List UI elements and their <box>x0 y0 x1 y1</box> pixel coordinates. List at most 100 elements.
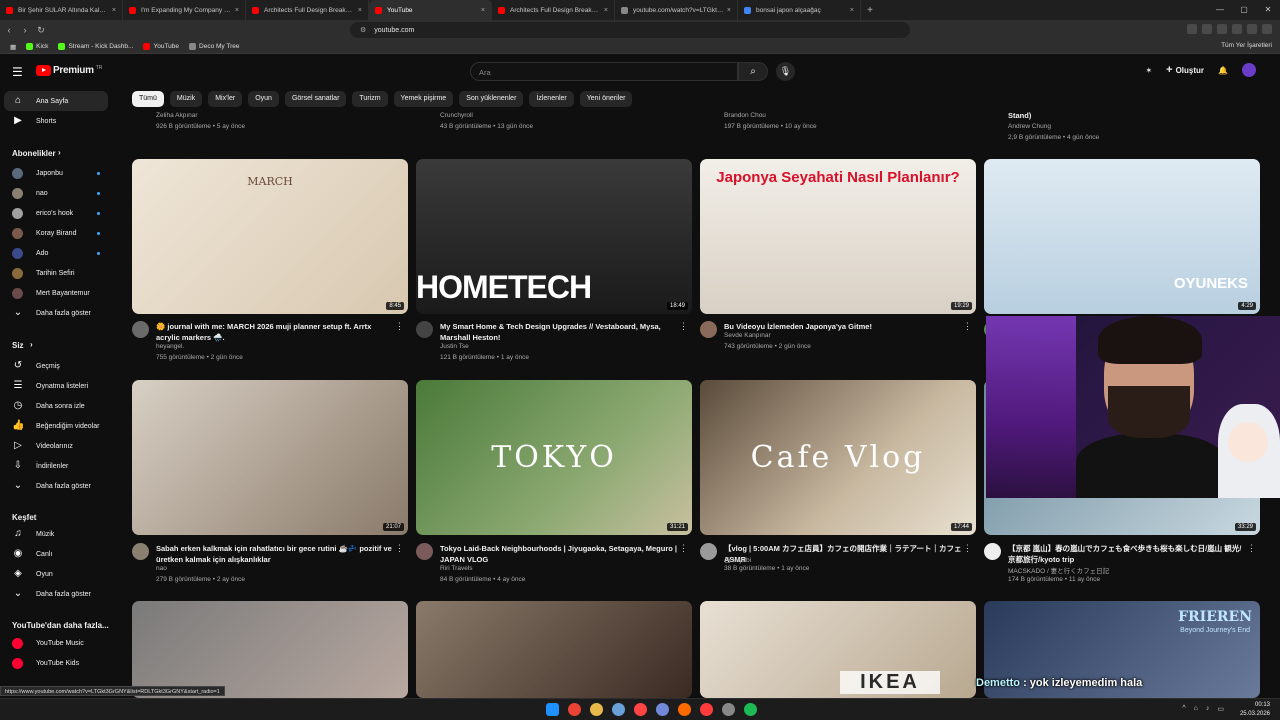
minimize-icon[interactable]: — <box>1208 0 1232 20</box>
video-channel[interactable]: Brandon Chou <box>724 112 766 119</box>
sidebar-item[interactable]: YouTube Kids <box>4 653 108 673</box>
battery-icon[interactable]: ▭ <box>1217 705 1224 713</box>
video-thumbnail[interactable]: Japonya Seyahati Nasıl Planlanır? 19:29 <box>700 159 976 314</box>
tab-close-icon[interactable]: × <box>727 7 731 14</box>
video-thumbnail[interactable]: OYUNEKS 4:29 <box>984 159 1260 314</box>
maximize-icon[interactable]: ▢ <box>1232 0 1256 20</box>
filter-chip[interactable]: Oyun <box>248 91 279 107</box>
new-tab-icon[interactable]: + <box>861 5 879 16</box>
create-button[interactable]: + Oluştur <box>1166 64 1204 76</box>
tab-close-icon[interactable]: × <box>235 7 239 14</box>
filter-chip[interactable]: Son yüklenenler <box>459 91 524 107</box>
tab-close-icon[interactable]: × <box>481 7 485 14</box>
video-channel[interactable]: Justin Tse <box>440 343 469 350</box>
extension-icon[interactable] <box>1247 24 1257 34</box>
video-channel[interactable]: Crunchyroll <box>440 112 473 119</box>
tab-close-icon[interactable]: × <box>112 7 116 14</box>
taskbar-clock[interactable]: 00:13 25.03.2026 <box>1240 701 1270 719</box>
video-title[interactable]: 【京都 嵐山】春の嵐山でカフェも食べ歩きも桜も楽しむ日/嵐山 観光/京都旅行/k… <box>1008 543 1248 565</box>
browser-tab[interactable]: Bir Şehir SULAR Altında Kaldı; Yusufeli× <box>0 0 123 20</box>
menu-icon[interactable]: ☰ <box>12 65 23 79</box>
filter-chip[interactable]: İzlenenler <box>529 91 574 107</box>
taskbar-app-icon[interactable] <box>634 703 647 716</box>
filter-chip[interactable]: Müzik <box>169 91 203 107</box>
video-title[interactable]: My Smart Home & Tech Design Upgrades // … <box>440 321 680 343</box>
video-channel[interactable]: MACSKADO / 妻と行くカフェ日記 <box>1008 565 1109 575</box>
sidebar-item[interactable]: ⌄ Daha fazla göster <box>4 476 108 496</box>
sidebar-section-title[interactable]: Abonelikler <box>12 149 56 158</box>
sidebar-item[interactable]: Japonbu <box>4 163 108 183</box>
all-bookmarks-button[interactable]: Tüm Yer İşaretleri <box>1221 42 1272 49</box>
taskbar-app-icon[interactable] <box>700 703 713 716</box>
video-title[interactable]: Stand) <box>1008 111 1031 120</box>
network-icon[interactable]: ⌂ <box>1194 705 1198 713</box>
bookmark-item[interactable]: Kick <box>26 43 48 50</box>
filter-chip[interactable]: Yeni öneriler <box>579 91 633 107</box>
search-input[interactable]: Ara <box>470 62 738 81</box>
more-options-icon[interactable]: ⋮ <box>1247 543 1256 554</box>
sidebar-item[interactable]: ☰ Oynatma listeleri <box>4 376 108 396</box>
sidebar-item[interactable]: ⇩ İndirilenler <box>4 456 108 476</box>
more-options-icon[interactable]: ⋮ <box>679 543 688 554</box>
close-window-icon[interactable]: ✕ <box>1256 0 1280 20</box>
video-channel[interactable]: Andrew Chung <box>1008 123 1051 130</box>
video-channel[interactable]: heyangel. <box>156 343 184 350</box>
filter-chip[interactable]: Turizm <box>352 91 388 107</box>
taskbar-app-icon[interactable] <box>590 703 603 716</box>
extension-icon[interactable] <box>1262 24 1272 34</box>
search-button[interactable]: ⌕ <box>738 62 768 81</box>
browser-tab[interactable]: youtube.com/watch?v=LTGkt3GrGNY× <box>615 0 738 20</box>
channel-avatar[interactable] <box>416 543 433 560</box>
back-icon[interactable]: ‹ <box>2 25 16 35</box>
more-options-icon[interactable]: ⋮ <box>963 543 972 554</box>
sidebar-item[interactable]: ◉ Canlı <box>4 544 108 564</box>
sidebar-item[interactable]: ◷ Daha sonra izle <box>4 396 108 416</box>
site-info-icon[interactable]: ⚙ <box>360 26 366 34</box>
bookmark-item[interactable]: YouTube <box>143 43 179 50</box>
sidebar-item[interactable]: ▷ Videolarınız <box>4 436 108 456</box>
channel-avatar[interactable] <box>700 321 717 338</box>
notifications-icon[interactable]: 🔔 <box>1218 66 1228 75</box>
sidebar-item[interactable]: erico's hook <box>4 203 108 223</box>
volume-icon[interactable]: ♪ <box>1206 705 1210 713</box>
more-options-icon[interactable]: ⋮ <box>395 321 404 332</box>
video-thumbnail[interactable]: HOMETECH 18:49 <box>416 159 692 314</box>
taskbar-app-icon[interactable] <box>744 703 757 716</box>
more-options-icon[interactable]: ⋮ <box>679 321 688 332</box>
bookmark-item[interactable]: Stream - Kick Dashb... <box>58 43 133 50</box>
video-thumbnail[interactable]: 21:07 <box>132 380 408 535</box>
browser-tab[interactable]: Architects Full Design Breakdown of× <box>246 0 369 20</box>
sidebar-item[interactable]: Mert Bayantemur <box>4 283 108 303</box>
sidebar-item[interactable]: Koray Birand <box>4 223 108 243</box>
filter-chip[interactable]: Yemek pişirme <box>393 91 454 107</box>
filter-chip[interactable]: Mix'ler <box>208 91 243 107</box>
video-title[interactable]: Sabah erken kalkmak için rahatlatıcı bir… <box>156 543 396 565</box>
video-thumbnail[interactable] <box>416 601 692 698</box>
channel-avatar[interactable] <box>132 321 149 338</box>
browser-tab[interactable]: bonsai japon alçaağaç × <box>738 0 861 20</box>
sidebar-section-title[interactable]: Siz <box>12 341 24 350</box>
windows-start-icon[interactable] <box>546 703 559 716</box>
tab-close-icon[interactable]: × <box>358 7 362 14</box>
extension-icon[interactable] <box>1217 24 1227 34</box>
video-thumbnail[interactable]: Cafe Vlog 17:44 <box>700 380 976 535</box>
video-title[interactable]: 【vlog | 5:00AM カフェ店員】カフェの開店作業｜ラテアート｜カフェA… <box>724 543 964 565</box>
sidebar-item[interactable]: ⌄ Daha fazla göster <box>4 303 108 323</box>
video-channel[interactable]: Sevde Kanpınar <box>724 332 771 339</box>
sidebar-item[interactable]: Ado <box>4 243 108 263</box>
sidebar-item[interactable]: ▶ Shorts <box>4 111 108 131</box>
chevron-right-icon[interactable]: › <box>58 148 61 157</box>
video-channel[interactable]: 邑 Miyabi <box>724 554 751 564</box>
channel-avatar[interactable] <box>416 321 433 338</box>
sidebar-item[interactable]: 👍 Beğendiğim videolar <box>4 416 108 436</box>
taskbar-app-icon[interactable] <box>722 703 735 716</box>
filter-chip[interactable]: Tümü <box>132 91 164 107</box>
cast-icon[interactable]: ✶ <box>1145 66 1152 75</box>
tab-close-icon[interactable]: × <box>604 7 608 14</box>
video-channel[interactable]: nao <box>156 565 167 572</box>
extension-icon[interactable] <box>1187 24 1197 34</box>
sidebar-item[interactable]: ♫ Müzik <box>4 524 108 544</box>
sidebar-item[interactable]: nao <box>4 183 108 203</box>
video-thumbnail[interactable]: IKEA <box>700 601 976 698</box>
video-thumbnail[interactable]: TOKYO 31:21 <box>416 380 692 535</box>
